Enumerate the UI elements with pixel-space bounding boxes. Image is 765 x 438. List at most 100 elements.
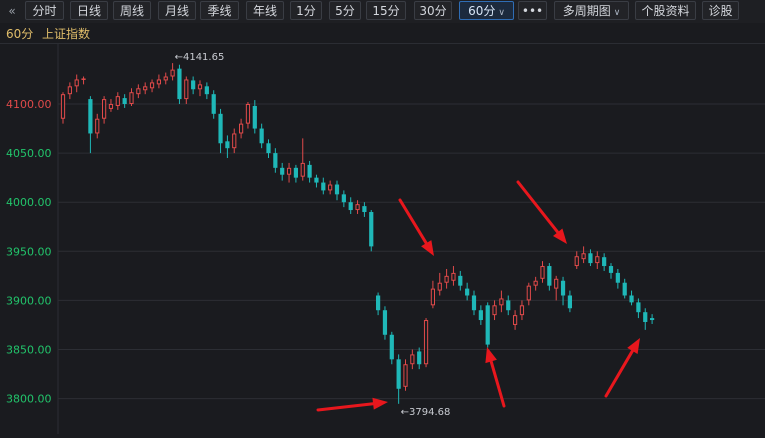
candle-body	[60, 94, 66, 119]
candle-body	[540, 266, 545, 279]
candle-body	[485, 305, 490, 345]
candle-body	[156, 79, 162, 85]
candle-body	[588, 253, 593, 264]
candle-body	[567, 295, 572, 309]
candle-body	[348, 202, 353, 211]
candle-body	[554, 278, 559, 289]
candle-body	[67, 86, 72, 95]
candle-body	[184, 79, 189, 100]
toolbar: « 分时 日线 周线 月线 季线 年线 1分 5分 15分 30分 60分 ∨ ••• 多周期图 ∨ 个股资料…	[0, 0, 765, 23]
tab-fenshi[interactable]: 分时	[25, 1, 64, 20]
candle-body	[629, 295, 634, 303]
tab-zhouxian[interactable]: 周线	[113, 1, 151, 20]
annotation-arrow-head	[372, 397, 388, 410]
candle-body	[88, 99, 93, 134]
candle-body	[218, 113, 223, 144]
more-button[interactable]: •••	[518, 1, 547, 20]
candle-body	[465, 288, 470, 296]
tab-rixian[interactable]: 日线	[70, 1, 108, 20]
y-tick-label: 3950.00	[6, 245, 52, 258]
candle-body	[170, 69, 175, 77]
candle-body	[602, 257, 607, 267]
tab-15min[interactable]: 15分	[366, 1, 406, 20]
candle-body	[519, 305, 525, 316]
diagnose-button-label: 诊股	[708, 4, 733, 18]
candle-body	[177, 68, 182, 100]
candle-body	[615, 272, 620, 283]
tab-1min[interactable]: 1分	[290, 1, 322, 20]
tab-zhouxian-label: 周线	[119, 4, 144, 18]
double-chevron-left-icon[interactable]: «	[4, 3, 20, 20]
stock-info-button[interactable]: 个股资料	[635, 1, 696, 20]
index-name: 上证指数	[42, 27, 91, 41]
candle-body	[444, 275, 449, 283]
tab-60min[interactable]: 60分 ∨	[459, 1, 514, 20]
chevron-down-icon: ∨	[498, 8, 505, 18]
candle-body	[362, 206, 367, 213]
candle-body	[129, 92, 134, 104]
tab-fenshi-label: 分时	[32, 4, 57, 18]
candle-body	[108, 104, 114, 109]
candle-body	[143, 86, 148, 91]
candle-body	[650, 318, 655, 321]
candle-body	[334, 184, 340, 195]
candle-body	[560, 280, 566, 296]
low-price-label: ←3794.68	[401, 407, 451, 418]
candle-body	[293, 167, 298, 178]
tab-nianxian-label: 年线	[252, 4, 277, 18]
candle-body	[396, 359, 401, 389]
candle-body	[197, 84, 203, 90]
y-tick-label: 3900.00	[6, 294, 52, 307]
stock-info-button-label: 个股资料	[641, 4, 690, 18]
tab-nianxian[interactable]: 年线	[246, 1, 284, 20]
y-tick-label: 4100.00	[6, 98, 52, 111]
candle-body	[369, 212, 374, 247]
candle-body	[232, 133, 237, 149]
candle-body	[506, 300, 511, 311]
multi-period-dropdown[interactable]: 多周期图 ∨	[554, 1, 629, 20]
candle-body	[430, 288, 435, 306]
annotation-arrow-head	[421, 240, 434, 256]
candle-body	[300, 162, 305, 177]
candle-body	[636, 302, 641, 313]
candle-body	[417, 351, 422, 365]
candle-body	[382, 310, 388, 335]
candle-body	[437, 282, 442, 291]
candle-body	[307, 164, 312, 178]
candle-body	[581, 253, 586, 260]
tab-30min[interactable]: 30分	[414, 1, 452, 20]
candle-body	[211, 94, 216, 114]
candle-body	[499, 298, 504, 306]
candle-body	[533, 280, 538, 286]
tab-yuexian[interactable]: 月线	[158, 1, 196, 20]
chart-canvas: 3800.00 3850.00 3900.00 3950.00 4000.00 4050.…	[6, 44, 765, 434]
tab-5min[interactable]: 5分	[329, 1, 361, 20]
candle-body	[513, 315, 518, 325]
diagnose-button[interactable]: 诊股	[702, 1, 739, 20]
candle-body	[403, 364, 408, 387]
candle-body	[259, 128, 264, 144]
candle-body	[95, 118, 100, 134]
candle-body	[547, 266, 552, 286]
candle-body	[355, 204, 360, 211]
candlestick-chart[interactable]: 3800.00 3850.00 3900.00 3950.00 4000.00 4050.…	[0, 44, 765, 434]
candle-body	[266, 143, 271, 154]
annotation-arrow-shaft	[316, 402, 375, 412]
tab-jixian-label: 季线	[207, 4, 232, 18]
candle-body	[273, 153, 278, 168]
y-tick-label: 3800.00	[6, 393, 52, 406]
candle-body	[595, 256, 600, 264]
tab-jixian[interactable]: 季线	[200, 1, 239, 20]
candle-body	[458, 275, 463, 286]
tab-yuexian-label: 月线	[164, 4, 189, 18]
high-price-label: ←4141.65	[175, 52, 225, 63]
candle-body	[204, 86, 209, 95]
chevron-down-icon: ∨	[613, 8, 621, 18]
candle-body	[608, 266, 614, 273]
tab-15min-label: 15分	[372, 4, 400, 18]
period-label: 60分	[6, 27, 34, 41]
candle-body	[245, 104, 251, 124]
candle-body	[74, 79, 79, 87]
annotation-arrow-shaft	[516, 180, 560, 234]
candle-body	[574, 256, 579, 267]
